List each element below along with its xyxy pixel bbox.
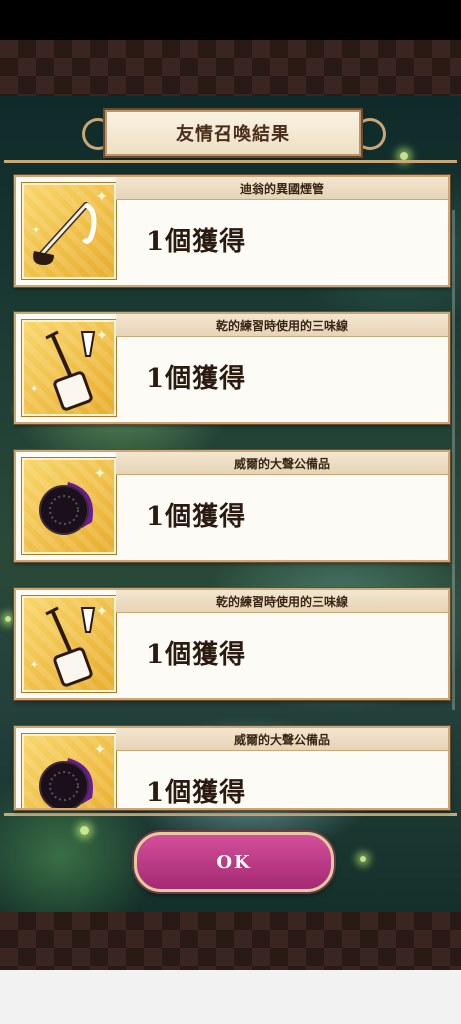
- item-name: 威爾的大聲公備品: [116, 452, 448, 475]
- result-row: ✦ ✦ 乾的練習時使用的三味線 1個獲得: [14, 312, 450, 424]
- bottom-diamond-pattern: [0, 912, 461, 970]
- sparkle-icon: ✦: [32, 225, 41, 236]
- ok-button-label: OK: [216, 851, 252, 873]
- sparkle-icon: ✦: [30, 384, 39, 395]
- firefly: [400, 152, 408, 160]
- result-row: ✦ 威爾的大聲公備品 1個獲得: [14, 450, 450, 562]
- item-thumbnail: ✦ ✦: [22, 183, 116, 279]
- result-row: ✦ ✦ 乾的練習時使用的三味線 1個獲得: [14, 588, 450, 700]
- dialog-title: 友情召喚結果: [176, 124, 290, 145]
- top-diamond-pattern: [0, 40, 461, 96]
- results-scrollbar[interactable]: [452, 210, 455, 710]
- item-thumbnail: ✦ ✦: [22, 320, 116, 416]
- firefly: [360, 856, 366, 862]
- sparkle-icon: ✦: [96, 604, 108, 620]
- dialog-title-plate: 友情召喚結果: [105, 110, 361, 156]
- sparkle-icon: ✦: [96, 189, 108, 205]
- item-name: 威爾的大聲公備品: [116, 728, 448, 751]
- ok-button[interactable]: OK: [134, 832, 334, 892]
- item-name: 乾的練習時使用的三味線: [116, 314, 448, 337]
- result-row: ✦ ✦ 迪翁的異國煙管 1個獲得: [14, 175, 450, 287]
- item-amount: 1個獲得: [146, 502, 247, 532]
- sparkle-icon: ✦: [30, 660, 39, 671]
- item-name: 迪翁的異國煙管: [116, 177, 448, 200]
- result-row: ✦ 威爾的大聲公備品 1個獲得: [14, 726, 450, 810]
- item-amount: 1個獲得: [146, 364, 247, 394]
- item-thumbnail: ✦: [22, 458, 116, 554]
- firefly: [80, 826, 89, 835]
- item-thumbnail: ✦ ✦: [22, 596, 116, 692]
- item-thumbnail: ✦: [22, 734, 116, 808]
- navigation-area: [0, 970, 461, 1024]
- item-amount: 1個獲得: [146, 778, 247, 808]
- sparkle-icon: ✦: [96, 328, 108, 344]
- item-amount: 1個獲得: [146, 640, 247, 670]
- sparkle-icon: ✦: [94, 466, 106, 482]
- item-name: 乾的練習時使用的三味線: [116, 590, 448, 613]
- sparkle-icon: ✦: [94, 742, 106, 758]
- item-amount: 1個獲得: [146, 227, 247, 257]
- status-bar: [0, 0, 461, 40]
